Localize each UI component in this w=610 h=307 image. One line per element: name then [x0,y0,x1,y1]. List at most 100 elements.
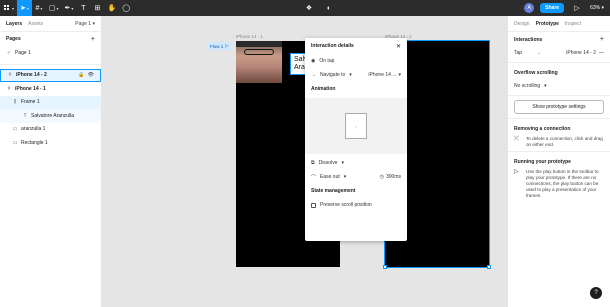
removing-connection-title: Removing a connection [514,126,571,132]
top-toolbar: ▾ ➤ ▾ # ▾ ▢ ▾ ✒ ▾ T ⊞ ✋ ◯ ❖ ◐ A Share ▷ 63% … [0,0,610,16]
interaction-target: iPhone 14 - 2— [566,50,604,56]
running-prototype-title: Running your prototype [514,159,571,165]
layer-item-aranzulla-1[interactable]: ▭ aranzulla 1 [0,123,101,137]
destination-select[interactable]: iPhone 14 ... ▾ [368,72,401,78]
layer-item-rectangle-1[interactable]: ▭ Rectangle 1 [0,136,101,150]
layer-item-frame-1[interactable]: ⫼ Frame 1 [0,95,101,109]
interaction-row[interactable]: Tap → iPhone 14 - 2— [508,47,610,59]
removing-connection-tip: ⤫ To delete a connection, click and drag… [508,136,610,148]
duration-field[interactable]: ◷ 300ms [380,174,401,180]
layer-label: Salvatore Aranzulla [31,112,75,119]
state-section-title: State management [311,188,356,194]
interaction-details-popup: Interaction details ✕ ◉ On tap → Navigat… [305,38,407,241]
layer-label: Rectangle 1 [21,139,48,146]
resources-button[interactable]: ⊞ [90,0,104,16]
trigger-value: On tap [319,58,335,64]
preserve-scroll-checkbox[interactable] [311,202,316,208]
easing-curve-icon: ⌒ [311,174,317,181]
layer-actions: 🔒 👁 [78,72,94,78]
chevron-down-icon: ▾ [12,5,15,11]
tab-assets[interactable]: Assets [28,21,43,27]
eye-icon[interactable]: 👁 [88,72,94,78]
tab-layers[interactable]: Layers [6,21,22,27]
preserve-scroll-row[interactable]: Preserve scroll position [305,198,407,212]
removing-connection-text: To delete a connection, click and drag o… [526,136,603,147]
preserve-scroll-label: Preserve scroll position [320,202,372,208]
page-selector-label: Page 1 [75,20,92,27]
trigger-row[interactable]: ◉ On tap [305,54,407,68]
animation-preview-frame: ▫ [345,113,367,139]
layer-label: iPhone 14 - 1 [15,85,46,92]
add-interaction-icon[interactable]: + [600,36,604,43]
animation-section-title: Animation [311,86,336,92]
autolayout-icon: ⫼ [13,99,17,106]
toolbar-center: ❖ ◐ [302,0,336,16]
tab-inspect[interactable]: Inspect [565,21,581,27]
properties-panel: Design Prototype Inspect Interactions + … [507,16,610,307]
clock-icon: ◷ [379,174,384,180]
zoom-level[interactable]: 63% ▾ [590,5,604,11]
layer-item-salvatore-aranzulla[interactable]: T Salvatore Aranzulla [0,109,101,123]
chevron-down-icon: ▾ [40,5,43,11]
text-t-icon: T [81,4,86,12]
resources-grid-icon: ⊞ [94,5,101,12]
chevron-down-icon: ▾ [398,72,401,78]
play-icon: ▷ [574,5,580,12]
layer-label: Frame 1 [21,99,40,106]
share-button[interactable]: Share [540,3,565,13]
arrow-right-icon: → [536,50,542,56]
easing-row[interactable]: ⌒ Ease out ▾ ◷ 300ms [305,170,407,184]
destination-value: iPhone 14 ... [368,72,397,78]
action-row[interactable]: → Navigate to ▾ iPhone 14 ... ▾ [305,68,407,82]
avatar[interactable]: A [524,3,535,13]
frame-hash-icon: # [35,4,40,12]
overflow-select[interactable]: No scrolling ▾ [508,80,610,92]
page-selector[interactable]: Page 1 ▾ [75,21,95,27]
text-tool-button[interactable]: T [76,0,90,16]
layer-item-iphone-14-2[interactable]: # iPhone 14 - 2 🔒 👁 [0,68,101,82]
chevron-down-icon: ▾ [601,5,604,11]
chevron-down-icon: ▾ [341,160,344,166]
animation-preview: ▫ [305,98,407,154]
divider [508,151,610,152]
dissolve-icon: ⧉ [311,160,315,166]
interactions-header: Interactions + [508,32,610,47]
animation-type-row[interactable]: ⧉ Dissolve ▾ [305,156,407,170]
component-button[interactable]: ❖ [302,0,316,16]
animation-type-value: Dissolve [318,160,338,166]
show-prototype-settings-button[interactable]: Show prototype settings [514,100,604,114]
move-tool-button[interactable]: ➤ ▾ [17,0,32,16]
pen-tool-button[interactable]: ✒ ▾ [62,0,77,16]
divider [508,118,610,119]
image-icon: ▭ [12,126,18,133]
toolbar-right: A Share ▷ 63% ▾ [524,0,610,16]
layer-item-iphone-14-1[interactable]: # iPhone 14 - 1 [0,82,101,96]
right-panel-tabs: Design Prototype Inspect [508,16,610,32]
chevron-down-icon: ▾ [349,72,352,78]
divider [508,62,610,63]
popup-header: Interaction details ✕ [305,38,407,54]
action-value: Navigate to [320,72,346,78]
frame-hash-icon: # [7,85,11,92]
comment-tool-button[interactable]: ◯ [119,0,133,16]
contrast-button[interactable]: ◐ [322,0,336,16]
help-button[interactable]: ? [590,287,602,299]
lock-icon[interactable]: 🔒 [78,72,84,78]
tab-prototype[interactable]: Prototype [536,21,559,27]
tab-design[interactable]: Design [514,21,530,27]
page-item[interactable]: ✓ Page 1 [0,46,101,60]
minus-icon[interactable]: — [599,50,604,56]
main-menu-button[interactable]: ▾ [0,0,17,16]
comment-icon: ◯ [122,5,131,12]
pages-header: Pages + [0,32,101,46]
overflow-value: No scrolling [514,83,541,89]
frame-tool-button[interactable]: # ▾ [32,0,46,16]
chevron-down-icon: ▾ [71,5,74,11]
hand-tool-button[interactable]: ✋ [104,0,119,16]
shape-tool-button[interactable]: ▢ ▾ [46,0,62,16]
present-button[interactable]: ▷ [570,0,584,16]
close-icon[interactable]: ✕ [396,43,401,50]
figma-logo-icon [4,5,9,10]
popup-title: Interaction details [311,43,354,49]
add-page-icon[interactable]: + [91,36,95,43]
